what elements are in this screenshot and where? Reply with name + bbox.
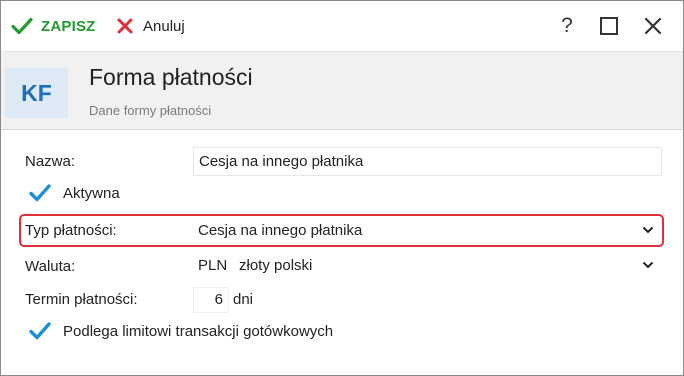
active-checkbox[interactable]: Aktywna <box>29 183 120 203</box>
payment-type-value: Cesja na innego płatnika <box>198 222 363 239</box>
currency-code: PLN <box>198 257 228 274</box>
save-button-label: ZAPISZ <box>41 17 96 35</box>
active-checkbox-label: Aktywna <box>63 184 120 202</box>
chevron-down-icon <box>642 261 654 269</box>
checkmark-icon <box>11 17 33 35</box>
currency-name: złoty polski <box>239 257 313 274</box>
term-label: Termin płatności: <box>25 291 138 308</box>
save-button[interactable]: ZAPISZ <box>11 1 96 51</box>
chevron-down-icon <box>642 226 654 234</box>
name-field[interactable]: Cesja na innego płatnika <box>193 147 662 176</box>
cash-limit-checkbox-label: Podlega limitowi transakcji gotówkowych <box>63 322 334 340</box>
page-title: Forma płatności <box>89 64 253 90</box>
term-input[interactable]: 6 <box>193 287 229 313</box>
checkmark-icon <box>29 184 51 202</box>
form-header: KF Forma płatności Dane formy płatności <box>1 51 683 130</box>
x-icon <box>117 18 133 34</box>
term-unit: dni <box>233 291 254 308</box>
maximize-button[interactable] <box>591 1 627 51</box>
payment-type-select[interactable]: Cesja na innego płatnika <box>193 217 662 246</box>
name-label: Nazwa: <box>25 153 76 170</box>
maximize-icon <box>600 17 618 35</box>
help-button[interactable]: ? <box>549 1 585 51</box>
checkmark-icon <box>29 322 51 340</box>
close-button[interactable] <box>635 1 671 51</box>
cash-limit-checkbox[interactable]: Podlega limitowi transakcji gotówkowych <box>29 321 333 341</box>
currency-label: Waluta: <box>25 258 76 275</box>
payment-type-label: Typ płatności: <box>25 222 117 239</box>
page-subtitle: Dane formy płatności <box>89 103 212 118</box>
form-badge: KF <box>5 68 68 118</box>
cancel-button-label: Anuluj <box>143 17 185 35</box>
cancel-button[interactable]: Anuluj <box>116 1 185 51</box>
toolbar: ZAPISZ Anuluj ? <box>1 1 683 51</box>
dialog-window: ZAPISZ Anuluj ? KF Forma płatności Dane … <box>0 0 684 376</box>
close-icon <box>644 17 662 35</box>
